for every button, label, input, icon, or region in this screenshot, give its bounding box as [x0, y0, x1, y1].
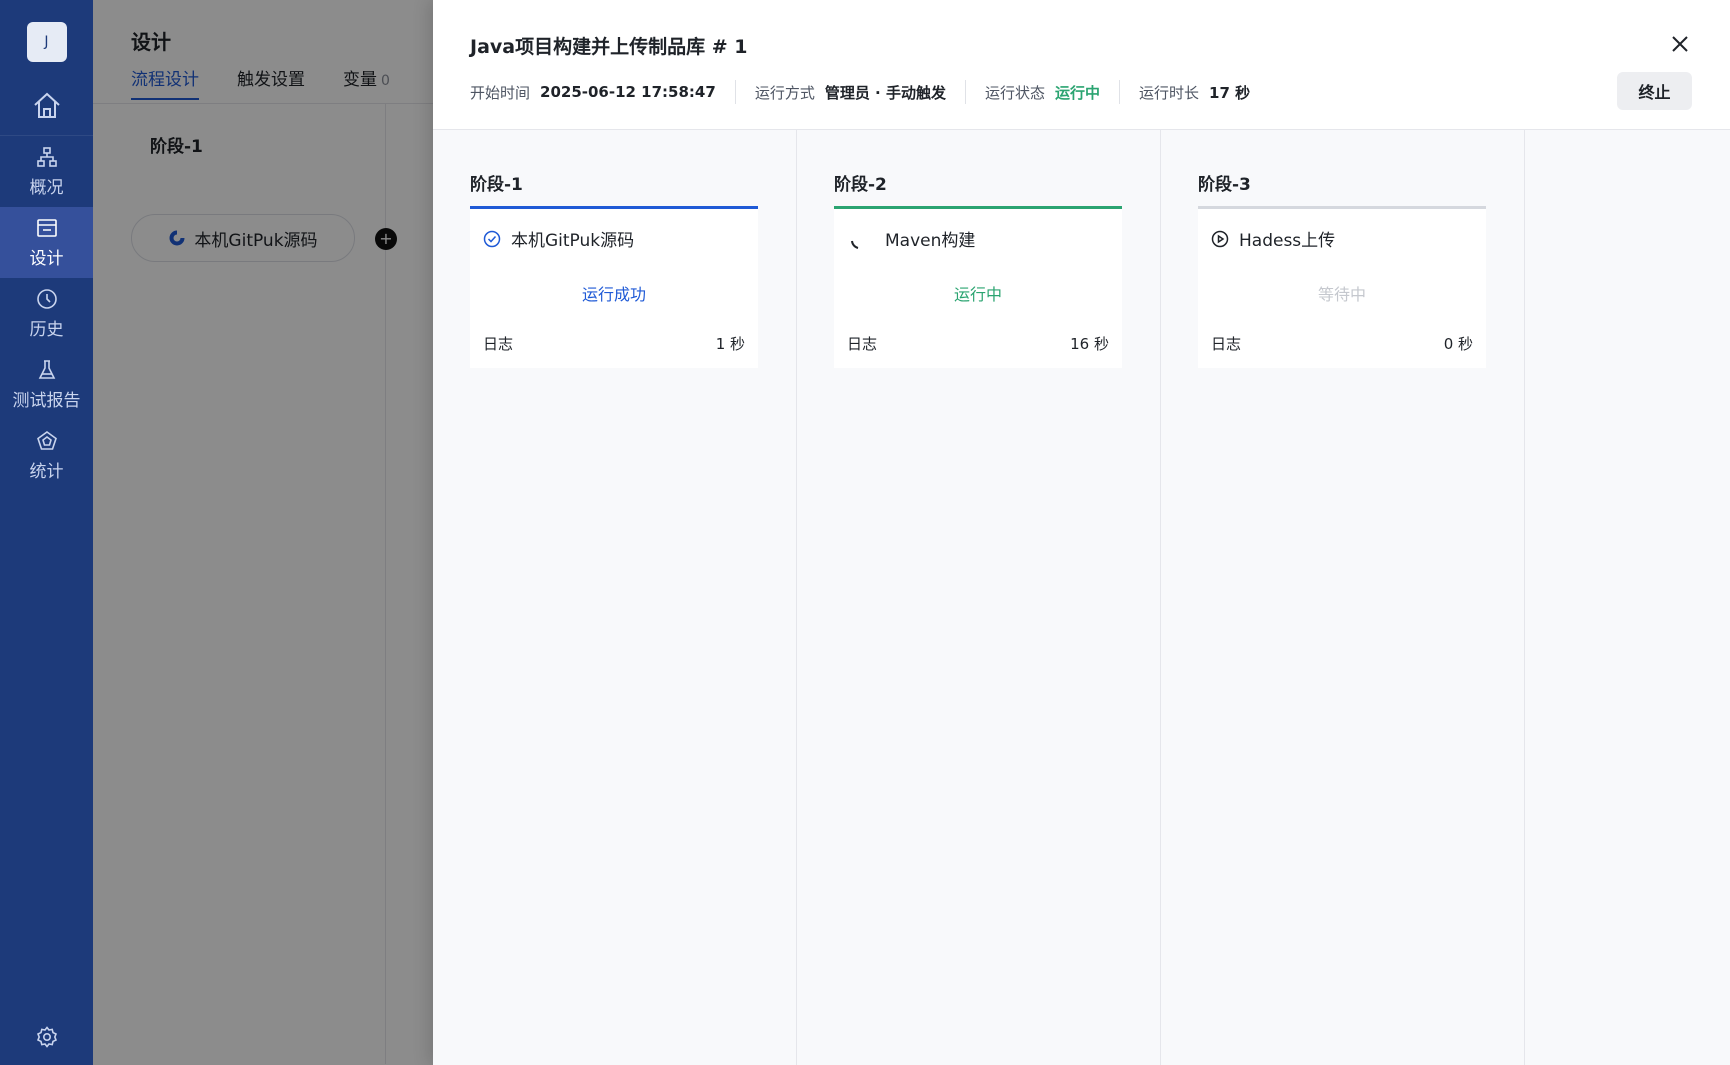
nav-item-label: 概况: [29, 178, 64, 198]
nav-item-history[interactable]: 历史: [0, 278, 93, 349]
meta-label: 运行状态: [984, 83, 1045, 102]
log-link[interactable]: 日志: [1211, 333, 1241, 354]
task-name: Hadess上传: [1239, 231, 1336, 251]
task-status: 运行中: [953, 285, 1002, 304]
stop-button[interactable]: 终止: [1617, 72, 1692, 110]
stage-title: 阶段-1: [470, 175, 523, 195]
task-footer: 日志 1 秒: [483, 333, 745, 354]
meta-run-state: 运行状态 运行中: [964, 80, 1119, 104]
meta-value: 2025-06-12 17:58:47: [540, 83, 716, 101]
status-badge: 运行中: [1055, 83, 1101, 102]
home-icon: [33, 92, 60, 118]
close-icon: [1672, 36, 1688, 52]
meta-start-time: 开始时间 2025-06-12 17:58:47: [470, 80, 735, 104]
flask-icon: [38, 360, 55, 379]
task-status: 运行成功: [581, 285, 646, 304]
gear-icon: [36, 1026, 57, 1048]
task-head: 本机GitPuk源码: [483, 226, 634, 251]
run-meta: 开始时间 2025-06-12 17:58:47 运行方式 管理员 · 手动触发…: [470, 80, 1269, 104]
stage-board: 阶段-1 本机GitPuk源码 运行成功 日志 1 秒 阶段-2 Maven构建…: [433, 130, 1730, 1065]
meta-value: 管理员 · 手动触发: [824, 83, 946, 102]
nav-item-overview[interactable]: 概况: [0, 136, 93, 207]
play-circle-icon: [1211, 230, 1229, 247]
radar-chart-icon: [36, 431, 57, 450]
settings-button[interactable]: [0, 1025, 93, 1049]
meta-label: 运行时长: [1139, 83, 1200, 102]
drawer-header: Java项目构建并上传制品库 # 1 开始时间 2025-06-12 17:58…: [433, 0, 1730, 130]
meta-label: 开始时间: [470, 83, 531, 102]
task-card[interactable]: Maven构建 运行中 日志 16 秒: [834, 206, 1122, 368]
nav-item-label: 统计: [29, 462, 64, 482]
loading-spinner-icon: [851, 240, 859, 249]
check-circle-icon: [483, 230, 501, 247]
stage-column: 阶段-1 本机GitPuk源码 运行成功 日志 1 秒: [433, 130, 797, 1065]
clock-icon: [36, 289, 57, 309]
nav-item-test-report[interactable]: 测试报告: [0, 349, 93, 420]
stage-title: 阶段-2: [834, 175, 887, 195]
task-duration: 1 秒: [715, 335, 745, 353]
window-icon: [36, 219, 57, 237]
log-link[interactable]: 日志: [847, 333, 877, 354]
task-footer: 日志 0 秒: [1211, 333, 1473, 354]
drawer-title: Java项目构建并上传制品库 # 1: [470, 36, 748, 58]
meta-duration: 运行时长 17 秒: [1119, 80, 1269, 104]
avatar[interactable]: J: [26, 22, 67, 62]
nav-item-label: 测试报告: [12, 391, 81, 411]
nav-item-label: 历史: [29, 320, 64, 340]
task-head: Hadess上传: [1211, 226, 1335, 251]
task-footer: 日志 16 秒: [847, 333, 1109, 354]
stage-column: 阶段-3 Hadess上传 等待中 日志 0 秒: [1161, 130, 1525, 1065]
nav-item-label: 设计: [29, 249, 64, 269]
hierarchy-icon: [36, 147, 57, 167]
task-card[interactable]: Hadess上传 等待中 日志 0 秒: [1198, 206, 1486, 368]
task-name: 本机GitPuk源码: [511, 231, 635, 251]
task-duration: 0 秒: [1443, 335, 1473, 353]
sidebar: J 概况 设计 历史 测试报告 统计: [0, 0, 93, 1065]
close-button[interactable]: [1668, 32, 1692, 56]
task-card[interactable]: 本机GitPuk源码 运行成功 日志 1 秒: [470, 206, 758, 368]
meta-run-mode: 运行方式 管理员 · 手动触发: [734, 80, 965, 104]
run-detail-drawer: Java项目构建并上传制品库 # 1 开始时间 2025-06-12 17:58…: [433, 0, 1730, 1065]
nav-item-design[interactable]: 设计: [0, 207, 93, 278]
nav-item-statistics[interactable]: 统计: [0, 420, 93, 491]
log-link[interactable]: 日志: [483, 333, 513, 354]
task-head: Maven构建: [847, 226, 975, 251]
stage-title: 阶段-3: [1198, 175, 1251, 195]
stage-column: 阶段-2 Maven构建 运行中 日志 16 秒: [797, 130, 1161, 1065]
home-button[interactable]: [0, 76, 93, 136]
meta-value: 17 秒: [1209, 83, 1251, 102]
task-status: 等待中: [1317, 285, 1366, 304]
meta-label: 运行方式: [754, 83, 815, 102]
task-duration: 16 秒: [1070, 335, 1109, 353]
task-name: Maven构建: [885, 231, 976, 251]
